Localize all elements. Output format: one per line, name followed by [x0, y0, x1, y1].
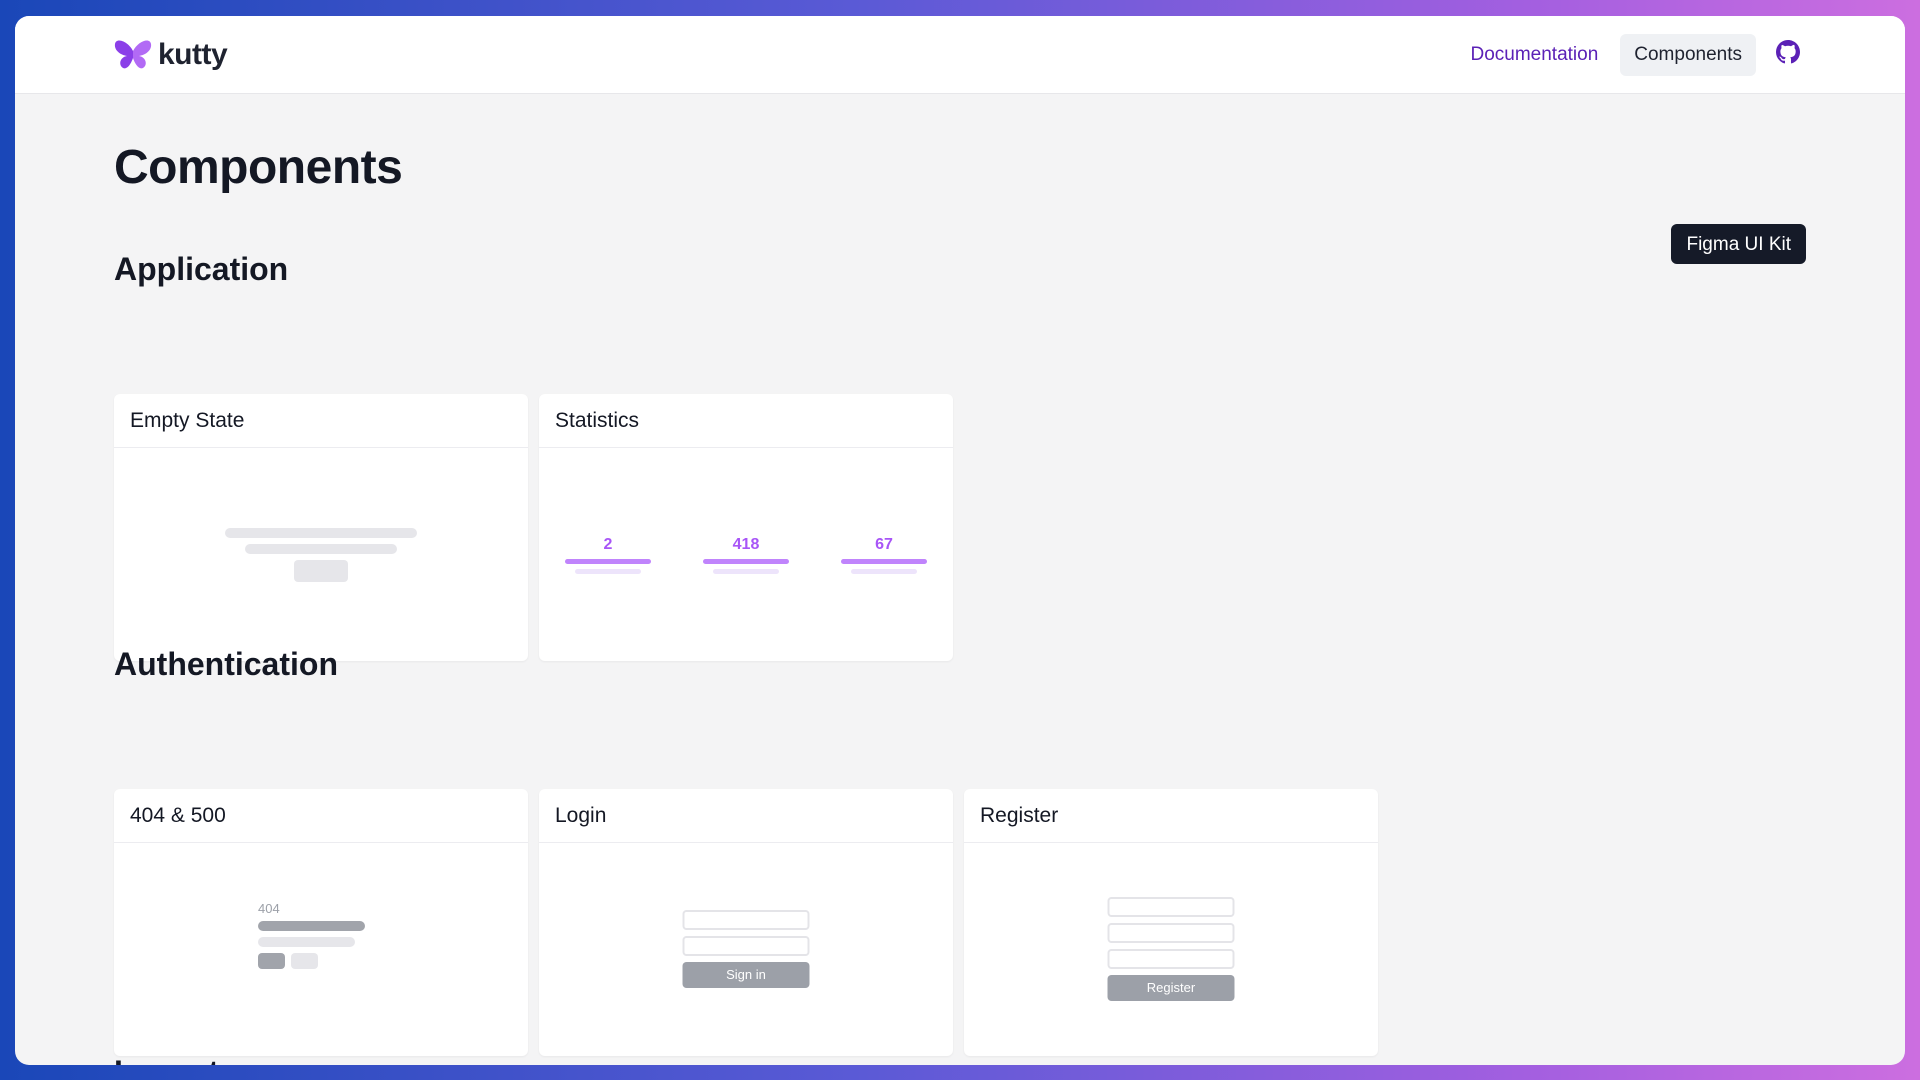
stat-value: 67 [875, 536, 893, 553]
register-thumb-button: Register [1107, 975, 1235, 1001]
card-title: Login [539, 789, 953, 843]
page-title: Components [114, 141, 403, 194]
statistics-thumbnail: 2 418 67 [565, 536, 927, 574]
section-title-application: Application [114, 251, 289, 287]
application-cards: Empty State Statistics 2 418 67 [114, 394, 953, 661]
card-login[interactable]: Login Sign in [539, 789, 953, 1056]
card-register[interactable]: Register Register [964, 789, 1378, 1056]
section-title-authentication: Authentication [114, 646, 338, 682]
card-404-500[interactable]: 404 & 500 404 [114, 789, 528, 1056]
empty-state-thumbnail [225, 528, 417, 582]
login-form-thumbnail: Sign in [682, 910, 810, 988]
stat-item: 418 [703, 536, 789, 574]
github-icon[interactable] [1770, 34, 1806, 75]
error-page-thumbnail: 404 [258, 901, 368, 969]
card-title: Empty State [114, 394, 528, 448]
card-empty-state[interactable]: Empty State [114, 394, 528, 661]
register-preview: Register [964, 843, 1378, 1056]
main-nav: Documentation Components [1456, 33, 1806, 76]
authentication-cards: 404 & 500 404 Login Sign in Register Reg… [114, 789, 1378, 1056]
empty-state-preview [114, 448, 528, 661]
stat-item: 67 [841, 536, 927, 574]
error-page-preview: 404 [114, 843, 528, 1056]
top-navbar: kutty Documentation Components [15, 16, 1905, 94]
butterfly-logo-icon [114, 39, 152, 71]
register-form-thumbnail: Register [1107, 897, 1235, 1001]
nav-documentation[interactable]: Documentation [1456, 34, 1612, 76]
error-code: 404 [258, 901, 280, 916]
card-title: Statistics [539, 394, 953, 448]
figma-ui-kit-button[interactable]: Figma UI Kit [1671, 224, 1806, 264]
statistics-preview: 2 418 67 [539, 448, 953, 661]
brand-name: kutty [158, 37, 228, 71]
card-title: 404 & 500 [114, 789, 528, 843]
brand-link[interactable]: kutty [114, 37, 228, 72]
stat-value: 2 [603, 536, 613, 553]
stat-value: 418 [732, 536, 760, 553]
card-statistics[interactable]: Statistics 2 418 67 [539, 394, 953, 661]
section-title-layouts: Layouts [114, 1054, 237, 1065]
stat-item: 2 [565, 536, 651, 574]
nav-components[interactable]: Components [1620, 33, 1756, 76]
login-preview: Sign in [539, 843, 953, 1056]
browser-window: kutty Documentation Components Component… [15, 16, 1905, 1065]
sign-in-thumb-button: Sign in [682, 962, 810, 988]
card-title: Register [964, 789, 1378, 843]
